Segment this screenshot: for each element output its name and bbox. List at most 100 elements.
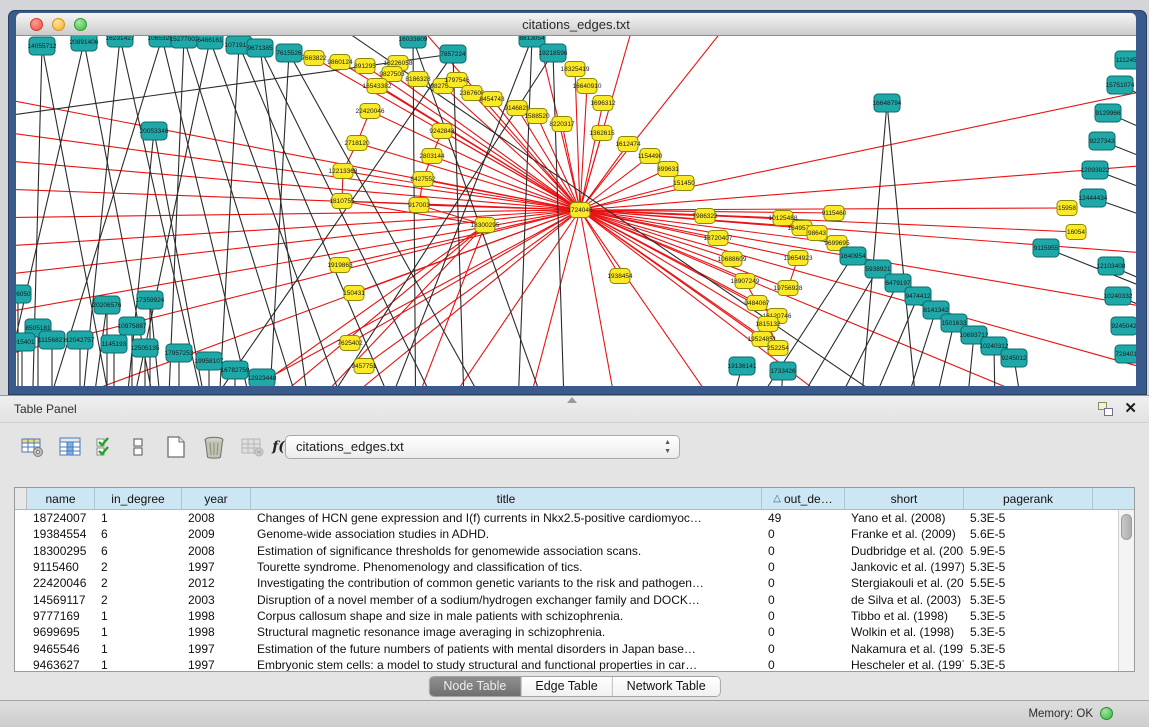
cell-pagerank[interactable]: 5.3E-5: [964, 560, 1093, 574]
cell-out_degree[interactable]: 0: [762, 642, 845, 656]
node-14055712[interactable]: 14055712: [28, 37, 57, 55]
cell-short[interactable]: Stergiakouli et al. (2012): [845, 576, 964, 590]
node-8186328[interactable]: 8186328: [405, 72, 431, 87]
node-151450[interactable]: 151450: [673, 176, 695, 191]
cell-year[interactable]: 2003: [182, 593, 251, 607]
table-row[interactable]: 2242004622012Investigating the contribut…: [15, 575, 1134, 591]
table-row[interactable]: 1830029562008Estimation of significance …: [15, 543, 1134, 559]
node-17957253[interactable]: 17957253: [165, 344, 194, 362]
cell-title[interactable]: Estimation of significance thresholds fo…: [251, 544, 762, 558]
node-1810755[interactable]: 1810755: [329, 194, 355, 209]
node-2626050[interactable]: 2626050: [16, 285, 31, 303]
cell-in_degree[interactable]: 6: [95, 544, 182, 558]
table-column-icon[interactable]: [56, 433, 84, 461]
node-16033809[interactable]: 16033809: [399, 36, 428, 48]
citation-edge-red[interactable]: [580, 210, 768, 324]
node-7663822[interactable]: 7663822: [301, 51, 327, 66]
node-20891406[interactable]: 20891406: [70, 36, 99, 51]
node-16640910[interactable]: 16640910: [573, 79, 602, 94]
scrollbar-thumb[interactable]: [1121, 514, 1132, 540]
node-19958107[interactable]: 19958107: [195, 352, 224, 370]
cell-in_degree[interactable]: 2: [95, 560, 182, 574]
column-header-out_degree[interactable]: △out_de…: [762, 488, 845, 509]
cell-short[interactable]: Hescheler et al. (1997): [845, 658, 964, 672]
cell-out_degree[interactable]: 0: [762, 593, 845, 607]
citation-edge-red[interactable]: [580, 76, 1136, 210]
cell-pagerank[interactable]: 5.3E-5: [964, 511, 1093, 525]
cell-year[interactable]: 1997: [182, 642, 251, 656]
cell-pagerank[interactable]: 5.3E-5: [964, 642, 1093, 656]
node-9227343[interactable]: 9227343: [1089, 132, 1115, 150]
node-1154490[interactable]: 1154490: [638, 149, 663, 164]
cell-name[interactable]: 19384554: [27, 527, 95, 541]
node-15751074[interactable]: 15751074: [1106, 76, 1135, 94]
cell-out_degree[interactable]: 0: [762, 576, 845, 590]
cell-year[interactable]: 2009: [182, 527, 251, 541]
node-1588520[interactable]: 1588520: [524, 109, 550, 124]
node-150431[interactable]: 150431: [343, 286, 365, 301]
cell-in_degree[interactable]: 1: [95, 625, 182, 639]
node-7625402[interactable]: 7625402: [337, 336, 363, 351]
node-15277002[interactable]: 15277002: [170, 36, 199, 48]
node-1919863[interactable]: 1919863: [327, 258, 353, 273]
table-row[interactable]: 1456911722003Disruption of a novel membe…: [15, 591, 1134, 607]
cell-name[interactable]: 18724007: [27, 511, 95, 525]
cell-title[interactable]: Disruption of a novel member of a sodium…: [251, 593, 762, 607]
citation-edge-black[interactable]: [887, 103, 922, 386]
cell-in_degree[interactable]: 1: [95, 511, 182, 525]
node-98643[interactable]: 98643: [807, 226, 827, 241]
cell-short[interactable]: de Silva et al. (2003): [845, 593, 964, 607]
cell-out_degree[interactable]: 0: [762, 625, 845, 639]
node-1696312[interactable]: 1696312: [590, 96, 616, 111]
node-9245012[interactable]: 9245012: [1001, 349, 1027, 367]
tab-network-table[interactable]: Network Table: [613, 677, 720, 696]
node-1112456[interactable]: 1112456: [1115, 51, 1136, 69]
table-selector-dropdown[interactable]: citations_edges.txt ▲▼: [285, 435, 680, 459]
node-9242848[interactable]: 9242848: [429, 124, 455, 139]
column-header-title[interactable]: title: [251, 488, 762, 509]
node-9484067[interactable]: 9484067: [744, 296, 770, 311]
cell-in_degree[interactable]: 1: [95, 658, 182, 672]
citation-edge-black[interactable]: [856, 103, 887, 386]
node-19218596[interactable]: 19218596: [539, 44, 568, 62]
table-settings-icon[interactable]: [18, 433, 46, 461]
citation-edge-red[interactable]: [343, 171, 580, 210]
cell-name[interactable]: 9699695: [27, 625, 95, 639]
cell-year[interactable]: 1998: [182, 609, 251, 623]
citation-edge-black[interactable]: [806, 283, 898, 386]
cell-name[interactable]: 9463627: [27, 658, 95, 672]
node-11156821[interactable]: 11156821: [38, 331, 66, 349]
node-7986322[interactable]: 7986322: [692, 209, 718, 224]
cell-out_degree[interactable]: 0: [762, 609, 845, 623]
node-7284012[interactable]: 7284012: [1115, 345, 1136, 363]
citation-edge-red[interactable]: [580, 36, 916, 210]
node-9671385[interactable]: 9671385: [247, 39, 273, 57]
cell-pagerank[interactable]: 5.5E-5: [964, 576, 1093, 590]
cell-year[interactable]: 1997: [182, 658, 251, 672]
node-17359924[interactable]: 17359924: [136, 291, 165, 309]
cell-title[interactable]: Embryonic stem cells: a model to study s…: [251, 658, 762, 672]
node-19136141[interactable]: 19136141: [728, 357, 757, 375]
citation-edge-black[interactable]: [162, 38, 266, 386]
cell-out_degree[interactable]: 0: [762, 544, 845, 558]
citation-edge-red[interactable]: [377, 86, 580, 210]
column-header-name[interactable]: name: [27, 488, 95, 509]
node-891295[interactable]: 891295: [354, 59, 376, 74]
cell-pagerank[interactable]: 5.3E-5: [964, 609, 1093, 623]
node-9245042[interactable]: 9245042: [1111, 317, 1136, 335]
cell-name[interactable]: 9115460: [27, 560, 95, 574]
node-1612474[interactable]: 1612474: [615, 137, 641, 152]
cell-title[interactable]: Changes of HCN gene expression and I(f) …: [251, 511, 762, 525]
citation-edge-red[interactable]: [376, 225, 485, 386]
tab-node-table[interactable]: Node Table: [429, 677, 521, 696]
cell-short[interactable]: Dudbridge et al. (2008): [845, 544, 964, 558]
cell-short[interactable]: Franke et al. (2009): [845, 527, 964, 541]
node-table[interactable]: namein_degreeyeartitle△out_de…shortpager…: [14, 487, 1135, 672]
node-3915401[interactable]: 3915401: [16, 333, 35, 351]
select-columns-icon[interactable]: [92, 433, 120, 461]
node-8454743[interactable]: 8454743: [479, 92, 505, 107]
node-7857224[interactable]: 7857224: [440, 45, 466, 63]
column-header-in_degree[interactable]: in_degree: [95, 488, 182, 509]
node-10975887[interactable]: 10975887: [118, 317, 147, 335]
cell-title[interactable]: Investigating the contribution of common…: [251, 576, 762, 590]
